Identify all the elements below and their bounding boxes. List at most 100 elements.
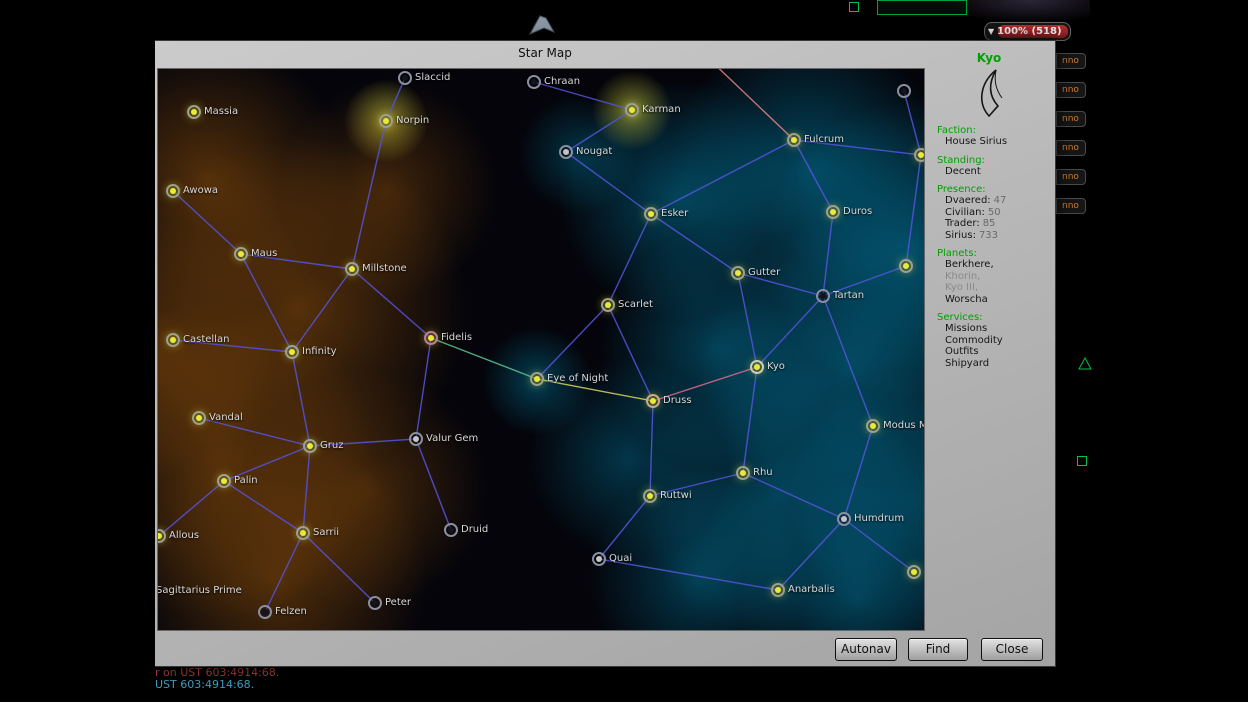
system-node-vandal[interactable] (192, 411, 206, 425)
system-label: Sagittarius Prime (157, 585, 242, 596)
system-label: Felzen (275, 606, 307, 617)
system-label: Chraan (544, 76, 580, 87)
system-node-ruttwi[interactable] (643, 489, 657, 503)
standing-value: Decent (925, 166, 1053, 178)
system-label: Infinity (302, 346, 337, 357)
system-label: Valur Gem (426, 433, 478, 444)
system-node-maus[interactable] (234, 247, 248, 261)
ship-icon (524, 12, 560, 38)
hud-side-button[interactable]: nno (1056, 53, 1086, 69)
system-node-jack[interactable] (914, 148, 925, 162)
standing-label: Standing: (925, 155, 1053, 166)
selected-system-name: Kyo (925, 51, 1053, 65)
system-node-anarbalis[interactable] (771, 583, 785, 597)
system-node-chraan[interactable] (527, 75, 541, 89)
system-node-massia[interactable] (187, 105, 201, 119)
system-node-druid[interactable] (444, 523, 458, 537)
system-node-scarlet[interactable] (601, 298, 615, 312)
system-label: Modus M (883, 420, 925, 431)
system-node-awowa[interactable] (166, 184, 180, 198)
service-entry: Missions (925, 323, 1053, 335)
system-label: Sarrii (313, 527, 339, 538)
system-label: Quai (609, 553, 632, 564)
system-node-felzen[interactable] (258, 605, 272, 619)
hud-side-button[interactable]: nno (1056, 111, 1086, 127)
system-label: Fulcrum (804, 134, 844, 145)
service-entry: Shipyard (925, 358, 1053, 370)
overlay-square-icon (1077, 456, 1087, 466)
system-node-slaccid[interactable] (398, 71, 412, 85)
system-label: Allous (169, 530, 199, 541)
system-node-edge-east-2[interactable] (907, 565, 921, 579)
planets-label: Planets: (925, 248, 1053, 259)
star-map-window: Star Map Slaccid Chraan Karman Massia Norpin… (155, 40, 1056, 667)
system-label: Gutter (748, 267, 780, 278)
target-info-box (877, 0, 967, 15)
overlay-triangle-icon (1078, 357, 1092, 370)
faction-label: Faction: (925, 125, 1053, 136)
system-label: Massia (204, 106, 238, 117)
system-label: Eye of Night (547, 373, 608, 384)
system-label: Esker (661, 208, 688, 219)
system-node-gutter[interactable] (731, 266, 745, 280)
system-node-fulcrum[interactable] (787, 133, 801, 147)
services-label: Services: (925, 312, 1053, 323)
system-label: Norpin (396, 115, 429, 126)
hud-side-button[interactable]: nno (1056, 82, 1086, 98)
system-label: Tartan (833, 290, 864, 301)
hud-side-button[interactable]: nno (1056, 198, 1086, 214)
system-label: Karman (642, 104, 681, 115)
system-node-druss[interactable] (646, 394, 660, 408)
system-node-esker[interactable] (644, 207, 658, 221)
faction-value: House Sirius (925, 136, 1053, 148)
window-title: Star Map (455, 46, 635, 60)
system-label: Palin (234, 475, 258, 486)
system-node-karman[interactable] (625, 103, 639, 117)
presence-label: Presence: (925, 184, 1053, 195)
system-node-millstone[interactable] (345, 262, 359, 276)
edges-svg (158, 69, 924, 630)
planet-entry: Worscha (925, 294, 1053, 306)
system-label: Slaccid (415, 72, 450, 83)
system-node-edge-ne[interactable] (897, 84, 911, 98)
system-node-valurgem[interactable] (409, 432, 423, 446)
hud-side-button[interactable]: nno (1056, 140, 1086, 156)
system-label: Scarlet (618, 299, 653, 310)
overlay-square-icon (849, 2, 859, 12)
system-node-rhu[interactable] (736, 466, 750, 480)
system-label: Rhu (753, 467, 773, 478)
system-node-fidelis[interactable] (424, 331, 438, 345)
system-node-duros[interactable] (826, 205, 840, 219)
system-node-infinity[interactable] (285, 345, 299, 359)
presence-entry: Dvaered:47 (925, 195, 1053, 207)
system-label: Druid (461, 524, 488, 535)
system-node-peter[interactable] (368, 596, 382, 610)
shield-value: 100% (518) (997, 26, 1061, 37)
autonav-button[interactable]: Autonav (835, 638, 897, 661)
system-node-edge-east-1[interactable] (899, 259, 913, 273)
system-node-palin[interactable] (217, 474, 231, 488)
system-node-eyeofnight[interactable] (530, 372, 544, 386)
system-node-tartan[interactable] (816, 289, 830, 303)
time-line: UST 603:4914:68. (155, 678, 254, 691)
system-node-castellan[interactable] (166, 333, 180, 347)
game-screen: ▼ 100% (518) nno nno nno nno nno nno r o… (0, 0, 1248, 702)
star-map[interactable]: SlaccidChraanKarmanMassiaNorpinFulcrumJa… (157, 68, 925, 631)
find-button[interactable]: Find (908, 638, 968, 661)
system-label: Nougat (576, 146, 612, 157)
system-node-quai[interactable] (592, 552, 606, 566)
presence-entry: Civilian:50 (925, 207, 1053, 219)
hud-side-button[interactable]: nno (1056, 169, 1086, 185)
system-node-nougat[interactable] (559, 145, 573, 159)
system-node-sarrii[interactable] (296, 526, 310, 540)
system-label: Druss (663, 395, 692, 406)
planet-entry: Khorin, (925, 271, 1053, 283)
system-node-kyo[interactable] (750, 360, 764, 374)
close-button[interactable]: Close (981, 638, 1043, 661)
target-arrow-icon: ▼ (988, 27, 994, 36)
system-label: Duros (843, 206, 872, 217)
system-node-humdrum[interactable] (837, 512, 851, 526)
system-node-modus[interactable] (866, 419, 880, 433)
system-node-gruz[interactable] (303, 439, 317, 453)
system-node-norpin[interactable] (379, 114, 393, 128)
